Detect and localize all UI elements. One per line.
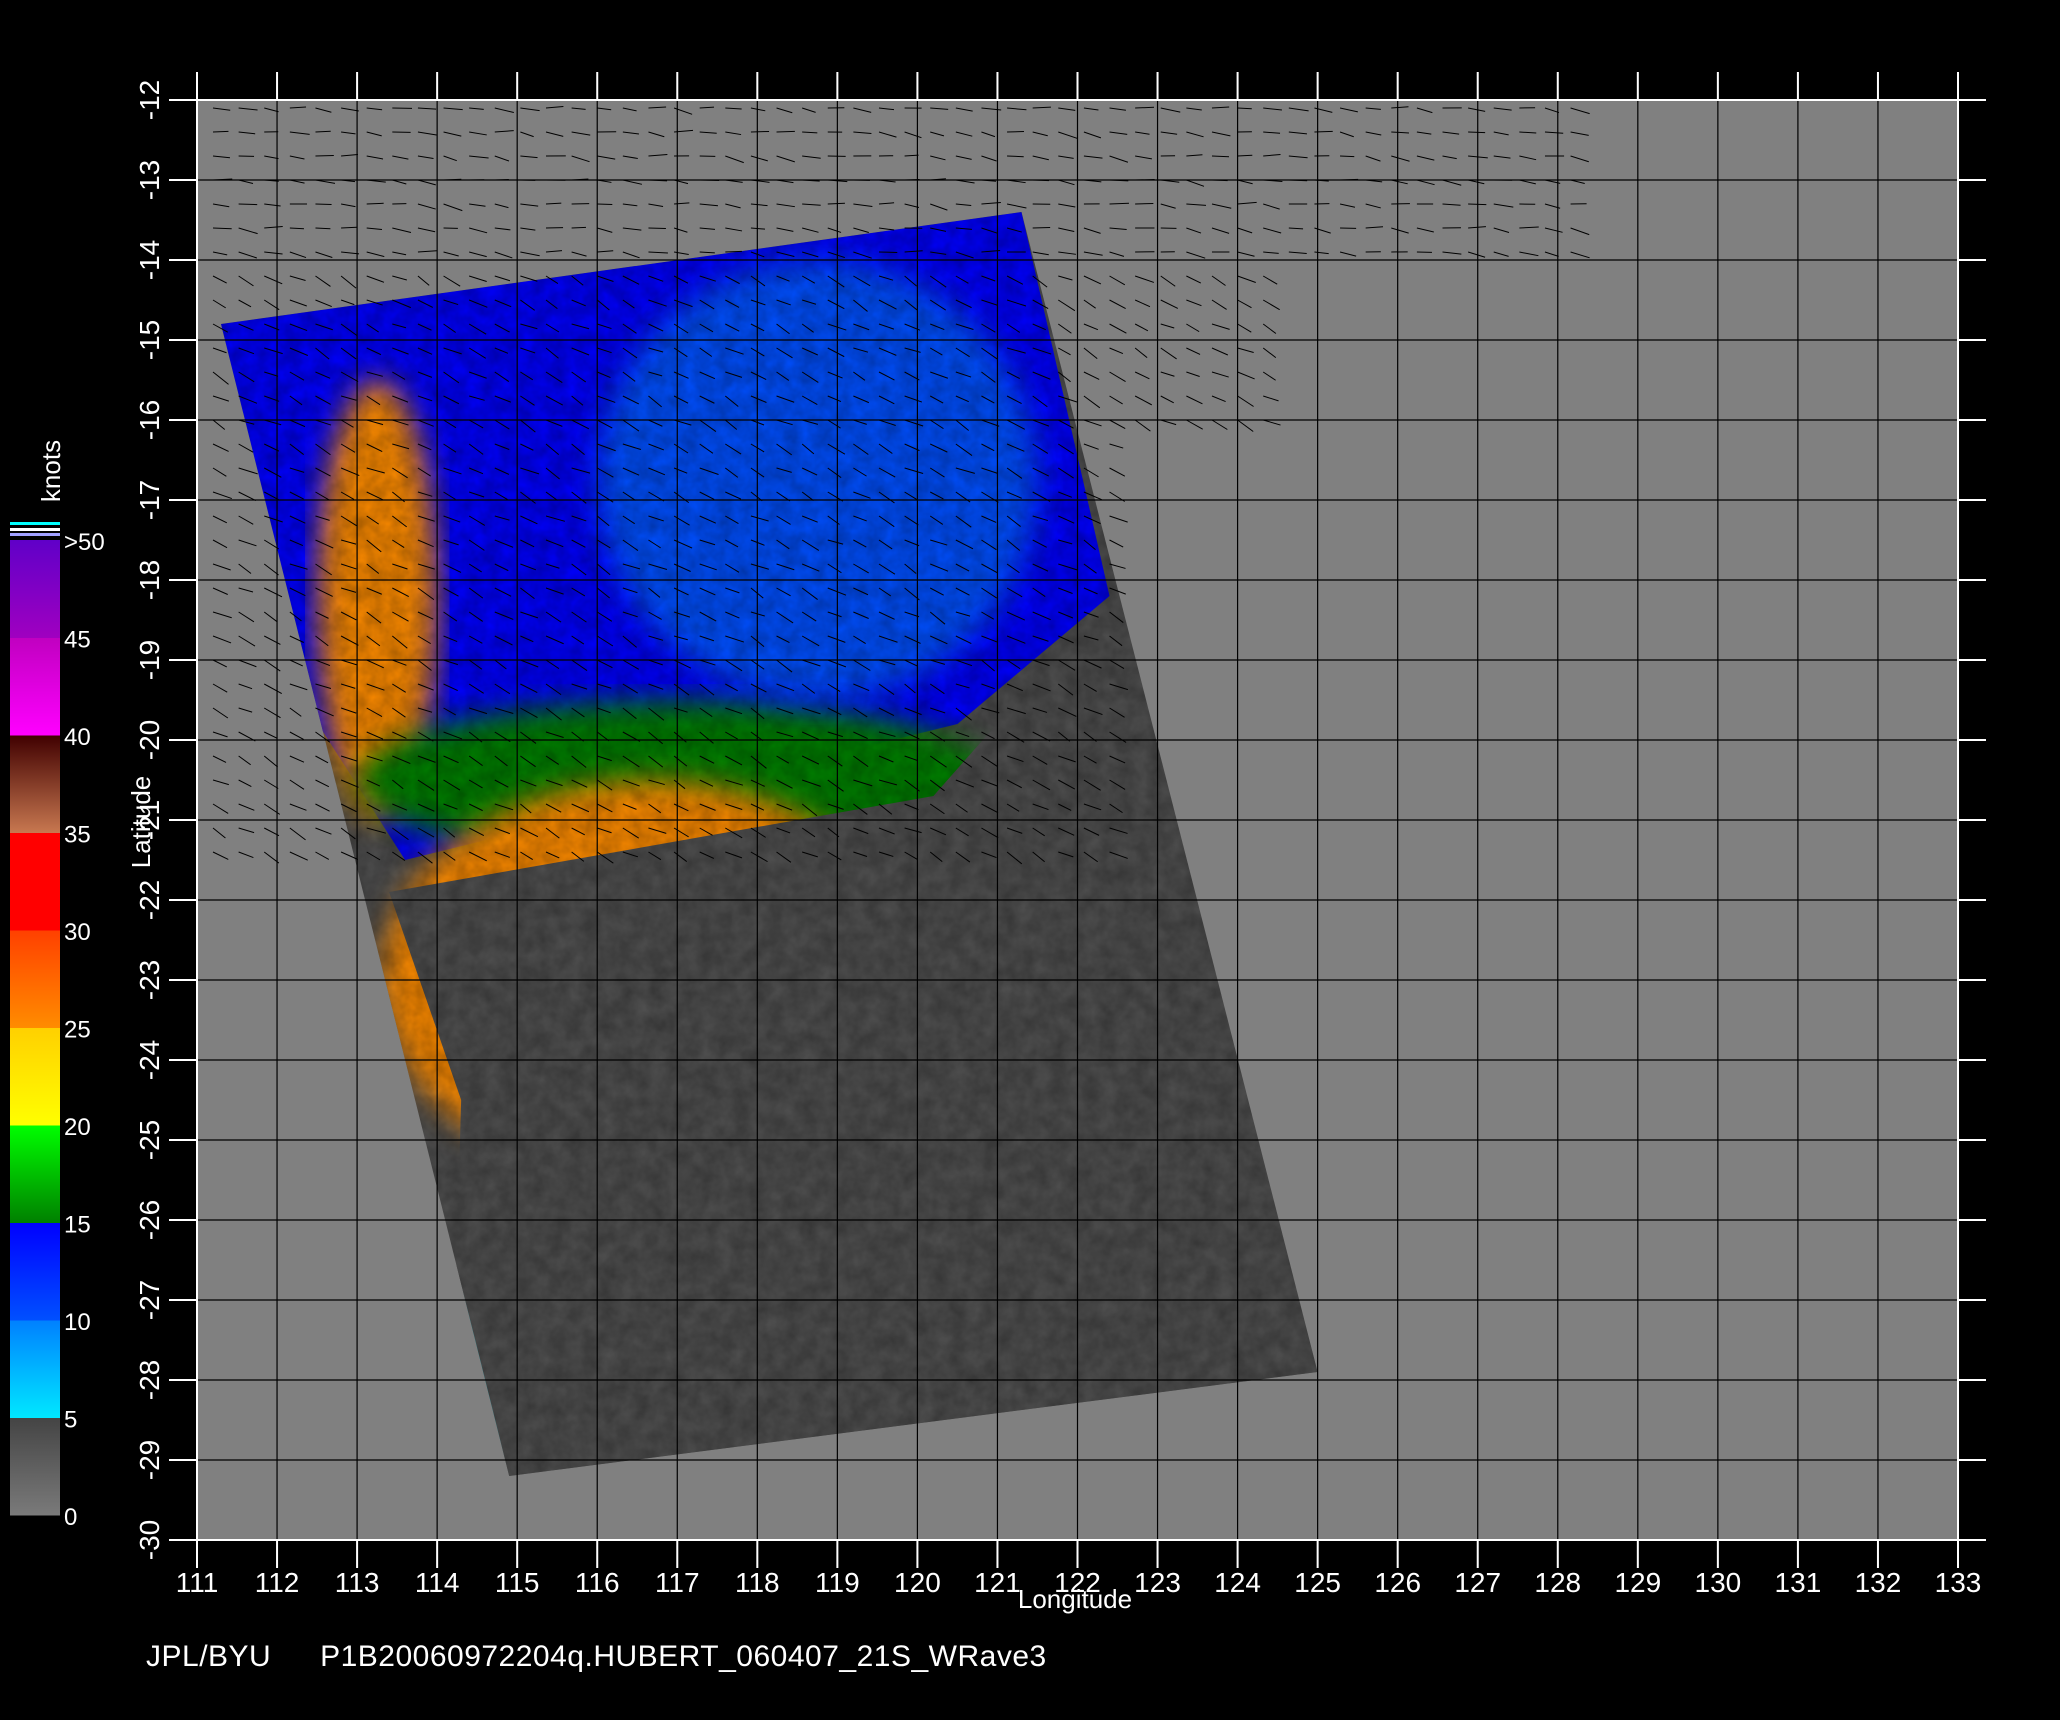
wind-barb [212, 130, 229, 133]
wind-barb [212, 227, 232, 230]
colorbar-tick-label: 20 [64, 1114, 91, 1141]
colorbar-band [10, 735, 60, 833]
lat-tick-label: -30 [134, 1520, 165, 1560]
wind-barb [238, 203, 258, 206]
lat-tick-label: -28 [134, 1360, 165, 1400]
wind-barb [1135, 106, 1155, 109]
lon-tick-label: 115 [495, 1567, 540, 1598]
lon-tick-label: 111 [176, 1567, 219, 1598]
lon-tick-label: 133 [1935, 1567, 1982, 1598]
colorbar [10, 522, 60, 1516]
wind-barb [750, 130, 770, 133]
lon-tick-label: 127 [1454, 1567, 1501, 1598]
wind-barb [289, 227, 304, 230]
wind-barb [1468, 131, 1486, 134]
lat-tick-label: -26 [134, 1200, 165, 1240]
lon-tick-label: 112 [255, 1567, 300, 1598]
lon-tick-label: 131 [1775, 1567, 1822, 1598]
x-axis-label: Longitude [1018, 1584, 1132, 1614]
lat-tick-label: -12 [134, 80, 165, 120]
colorbar-band [10, 1125, 60, 1223]
colorbar-tick-label: 10 [64, 1309, 91, 1336]
wind-barb [878, 251, 898, 254]
lat-tick-label: -15 [134, 320, 165, 360]
wind-barb [1340, 155, 1355, 158]
wind-barb [1237, 107, 1252, 110]
lat-tick-label: -20 [134, 720, 165, 760]
colorbar-cap [10, 533, 60, 536]
lon-tick-label: 129 [1614, 1567, 1661, 1598]
lat-tick-label: -14 [134, 240, 165, 280]
lat-tick-label: -24 [134, 1040, 165, 1080]
footer: JPL/BYU P1B20060972204q.HUBERT_060407_21… [146, 1640, 1087, 1674]
wind-barb [571, 226, 587, 229]
footer-product-id: P1B20060972204q.HUBERT_060407_21S_WRave3 [320, 1640, 1047, 1673]
lon-tick-label: 114 [415, 1567, 460, 1598]
colorbar-unit-label: knots [36, 440, 66, 502]
colorbar-tick-label: 35 [64, 822, 91, 849]
lat-tick-label: -23 [134, 960, 165, 1000]
colorbar-band [10, 1417, 60, 1516]
lon-tick-label: 120 [894, 1567, 941, 1598]
footer-source: JPL/BYU [146, 1640, 272, 1673]
lat-tick-label: -19 [134, 640, 165, 680]
y-axis-label: Latitude [126, 776, 156, 869]
wind-barb [366, 202, 384, 205]
lat-tick-label: -16 [134, 400, 165, 440]
lat-tick-label: -25 [134, 1120, 165, 1160]
lon-tick-label: 117 [655, 1567, 700, 1598]
lat-tick-label: -18 [134, 560, 165, 600]
lon-tick-label: 132 [1855, 1567, 1902, 1598]
colorbar-tick-label: 0 [64, 1504, 77, 1531]
lon-tick-label: 128 [1534, 1567, 1581, 1598]
lat-tick-label: -29 [134, 1440, 165, 1480]
colorbar-tick-label: 30 [64, 919, 91, 946]
lon-tick-label: 125 [1294, 1567, 1341, 1598]
colorbar-band [10, 1027, 60, 1126]
lon-tick-label: 121 [974, 1567, 1021, 1598]
wind-barb [315, 154, 334, 157]
wind-speed-map: 111 112 113 114 115 116 117 118 119 120 121 122 123 1… [10, 72, 1986, 1614]
lat-tick-label: -17 [134, 480, 165, 520]
lon-tick-label: 130 [1695, 1567, 1742, 1598]
colorbar-tick-label: 40 [64, 724, 91, 751]
lat-tick-label: -13 [134, 160, 165, 200]
colorbar-band [10, 1222, 60, 1321]
wind-barb [315, 203, 332, 206]
colorbar-band [10, 930, 60, 1028]
colorbar-tick-label: >50 [64, 529, 105, 556]
colorbar-tick-labels: >50 45 40 35 30 25 20 15 10 5 0 [64, 529, 105, 1531]
lon-tick-label: 124 [1214, 1567, 1261, 1598]
colorbar-band [10, 832, 60, 931]
wind-barb [827, 202, 845, 205]
colorbar-tick-label: 45 [64, 627, 91, 654]
colorbar-tick-label: 25 [64, 1017, 91, 1044]
colorbar-tick-label: 15 [64, 1212, 91, 1239]
colorbar-cap [10, 528, 60, 531]
lon-tick-label: 113 [335, 1567, 380, 1598]
lat-tick-label: -27 [134, 1280, 165, 1320]
wind-barb [725, 250, 742, 253]
colorbar-tick-label: 5 [64, 1407, 77, 1434]
lon-tick-label: 123 [1134, 1567, 1181, 1598]
lat-tick-label: -22 [134, 880, 165, 920]
colorbar-band [10, 1320, 60, 1418]
colorbar-band [10, 540, 60, 638]
colorbar-cap [10, 522, 60, 525]
lon-tick-label: 118 [735, 1567, 780, 1598]
wind-barb [776, 130, 795, 133]
lon-tick-label: 119 [815, 1567, 860, 1598]
lon-tick-label: 116 [575, 1567, 620, 1598]
lon-tick-label: 126 [1374, 1567, 1421, 1598]
wind-barb [1007, 155, 1024, 158]
colorbar-band [10, 637, 60, 736]
